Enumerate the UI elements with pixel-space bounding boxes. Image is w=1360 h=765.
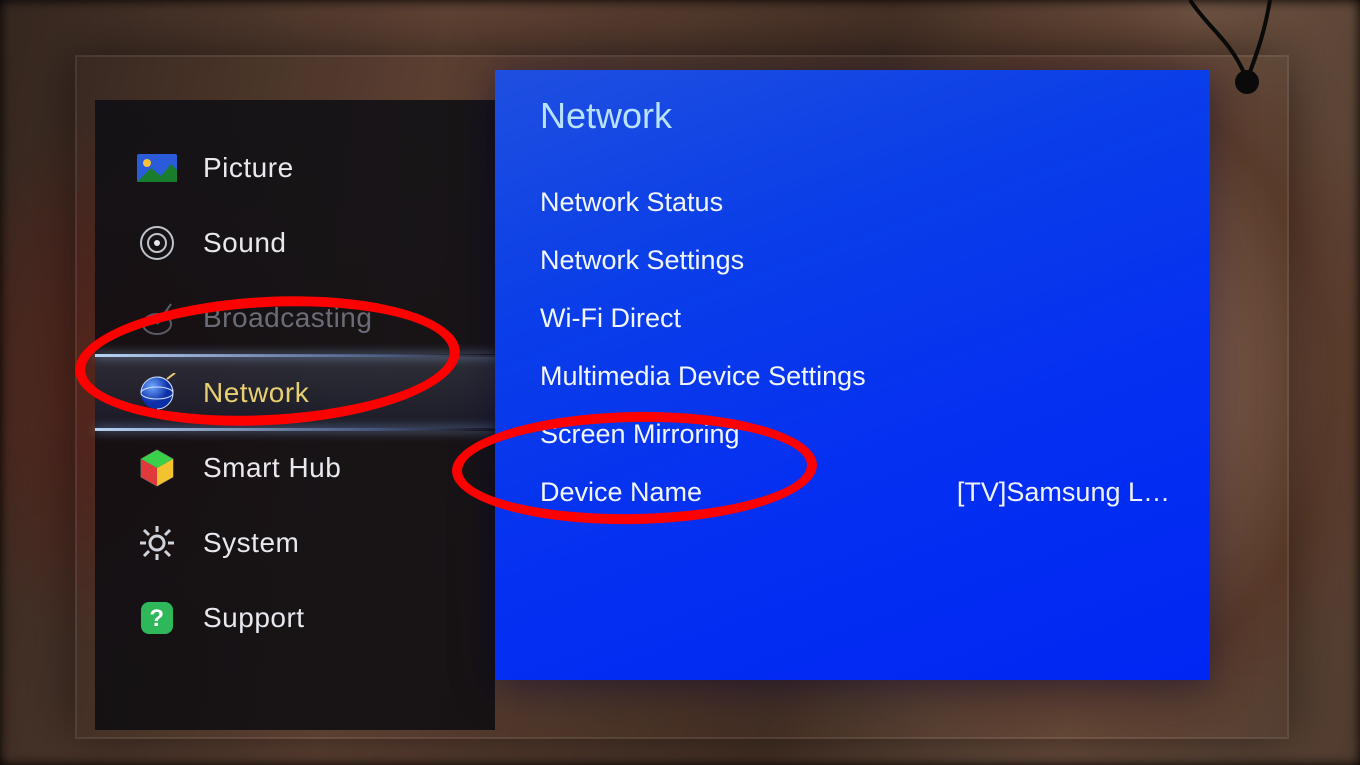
- sidebar-item-label: Network: [203, 377, 309, 409]
- panel-item-network-status[interactable]: Network Status: [540, 173, 1170, 231]
- sidebar-item-support[interactable]: ? Support: [95, 580, 495, 655]
- panel-item-label: Network Settings: [540, 245, 744, 276]
- sidebar-item-smarthub[interactable]: Smart Hub: [95, 430, 495, 505]
- sidebar-item-label: Sound: [203, 227, 286, 259]
- panel-item-label: Wi-Fi Direct: [540, 303, 681, 334]
- panel-item-wifi-direct[interactable]: Wi-Fi Direct: [540, 289, 1170, 347]
- panel-item-network-settings[interactable]: Network Settings: [540, 231, 1170, 289]
- svg-text:?: ?: [149, 605, 164, 632]
- sidebar-item-label: Picture: [203, 152, 294, 184]
- panel-item-label: Network Status: [540, 187, 723, 218]
- panel-item-value: [TV]Samsung L…: [957, 477, 1170, 508]
- sidebar-item-label: Broadcasting: [203, 302, 372, 334]
- smarthub-icon: [135, 446, 179, 490]
- sidebar-item-system[interactable]: System: [95, 505, 495, 580]
- sound-icon: [135, 221, 179, 265]
- settings-sidebar: Picture Sound Broadcasting: [95, 100, 495, 730]
- broadcast-icon: [135, 296, 179, 340]
- sidebar-item-sound[interactable]: Sound: [95, 205, 495, 280]
- network-panel: Network Network Status Network Settings …: [495, 70, 1210, 680]
- sidebar-item-label: System: [203, 527, 299, 559]
- sidebar-item-network[interactable]: Network: [95, 355, 495, 430]
- panel-item-label: Device Name: [540, 477, 702, 508]
- system-icon: [135, 521, 179, 565]
- network-icon: [135, 371, 179, 415]
- panel-item-label: Multimedia Device Settings: [540, 361, 866, 392]
- panel-item-device-name[interactable]: Device Name [TV]Samsung L…: [540, 463, 1170, 521]
- sidebar-item-picture[interactable]: Picture: [95, 130, 495, 205]
- picture-icon: [135, 146, 179, 190]
- sidebar-item-label: Smart Hub: [203, 452, 341, 484]
- support-icon: ?: [135, 596, 179, 640]
- sidebar-item-label: Support: [203, 602, 305, 634]
- panel-item-label: Screen Mirroring: [540, 419, 740, 450]
- sidebar-item-broadcasting: Broadcasting: [95, 280, 495, 355]
- panel-item-screen-mirroring[interactable]: Screen Mirroring: [540, 405, 1170, 463]
- panel-item-multimedia-device-settings[interactable]: Multimedia Device Settings: [540, 347, 1170, 405]
- panel-title: Network: [540, 95, 1170, 137]
